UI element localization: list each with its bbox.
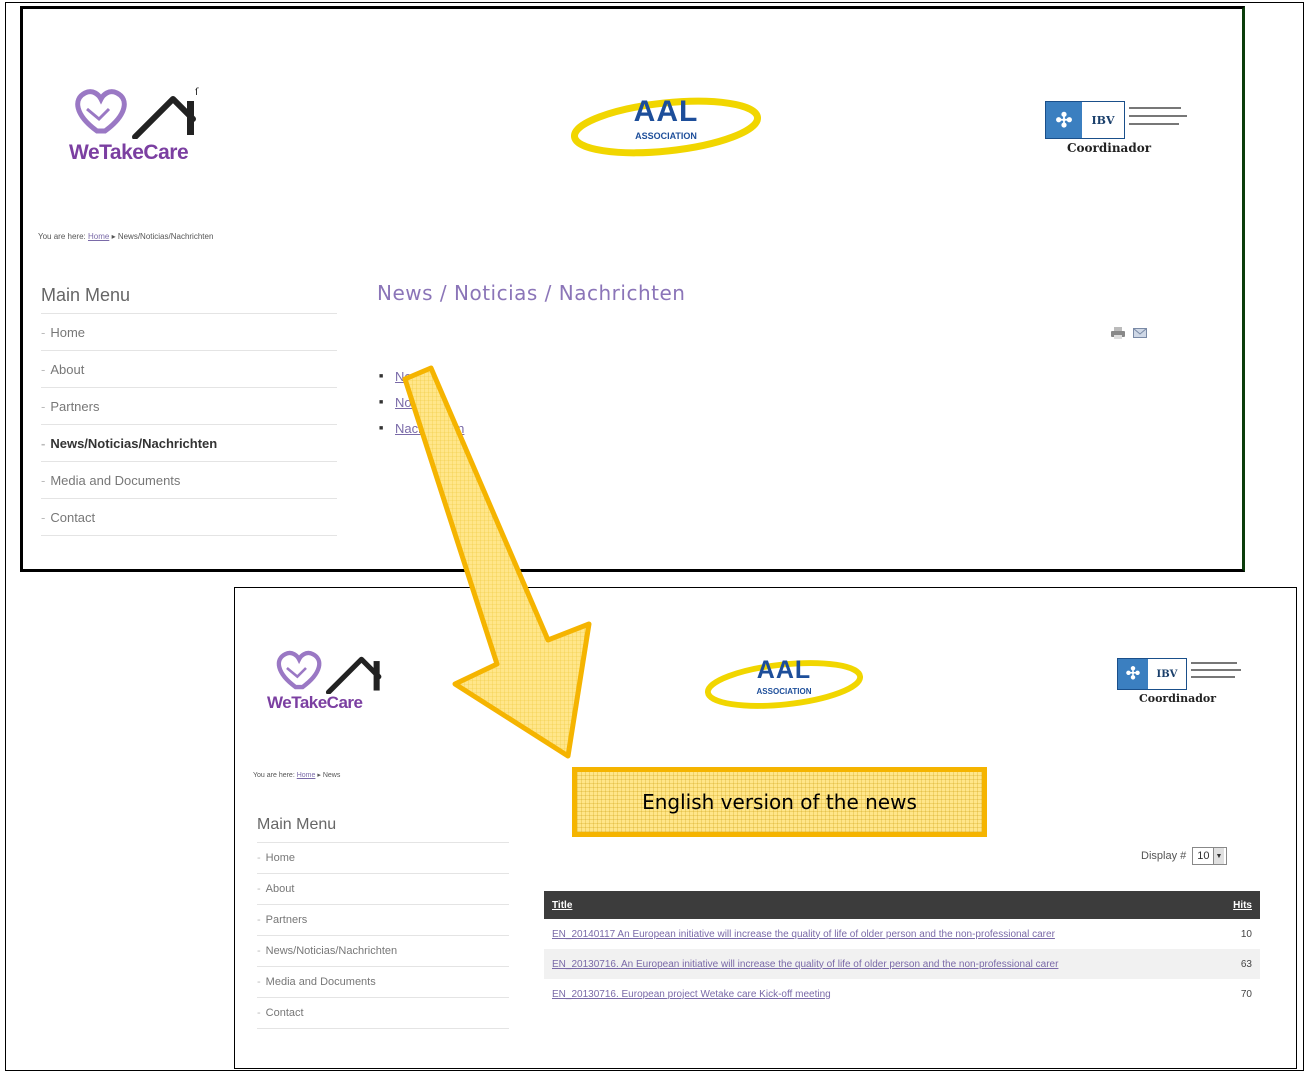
hits-count: 10 xyxy=(1240,928,1252,940)
hits-count: 70 xyxy=(1240,988,1252,1000)
chevron-down-icon: ▼ xyxy=(1212,848,1225,864)
wetakecare-logo[interactable]: WeTakeCare xyxy=(267,642,397,722)
page-title: News / Noticias / Nachrichten xyxy=(377,281,686,305)
menu-item-news[interactable]: - News/Noticias/Nachrichten xyxy=(257,936,509,967)
menu-item-contact[interactable]: - Contact xyxy=(41,499,337,536)
menu-item-media[interactable]: - Media and Documents xyxy=(41,462,337,499)
print-icon[interactable] xyxy=(1111,327,1125,339)
aal-subtitle: ASSOCIATION xyxy=(635,131,697,141)
breadcrumb: You are here: Home ▸ News/Noticias/Nachr… xyxy=(38,232,214,241)
aal-wordmark: AAL xyxy=(756,656,812,684)
news-title-link[interactable]: EN_20130716. An European initiative will… xyxy=(544,949,1216,979)
ibv-logo[interactable]: ✣ IBV Coordinador xyxy=(1045,101,1205,161)
menu-item-about[interactable]: - About xyxy=(257,874,509,905)
breadcrumb-home-link[interactable]: Home xyxy=(88,232,109,241)
column-header-title[interactable]: Title xyxy=(544,891,1216,919)
ibv-wordmark: IBV xyxy=(1082,102,1124,138)
ibv-caption: Coordinador xyxy=(1067,141,1152,155)
hits-count: 63 xyxy=(1215,949,1260,979)
table-row: EN_20140117 An European initiative will … xyxy=(544,919,1260,949)
main-menu: - Home - About - Partners - News/Noticias/Na… xyxy=(41,313,337,536)
handshake-heart-icon: ſ xyxy=(75,87,199,139)
menu-item-about[interactable]: - About xyxy=(41,351,337,388)
main-menu: - Home - About - Partners - News/Noticias/Na… xyxy=(257,842,509,1029)
ibv-wordmark: IBV xyxy=(1148,659,1186,689)
column-header-hits[interactable]: Hits xyxy=(1215,891,1260,919)
ibv-caption: Coordinador xyxy=(1139,692,1217,705)
email-icon[interactable] xyxy=(1133,327,1147,339)
breadcrumb: You are here: Home ▸ News xyxy=(253,772,341,779)
wetakecare-wordmark: WeTakeCare xyxy=(267,693,363,712)
article-tools xyxy=(1111,327,1147,339)
menu-item-contact[interactable]: - Contact xyxy=(257,998,509,1029)
table-row: EN_20130716. An European initiative will… xyxy=(544,949,1260,979)
news-title-link[interactable]: EN_20130716. European project Wetake car… xyxy=(544,979,1215,1009)
annotation-callout: English version of the news xyxy=(572,767,987,837)
top-screenshot: ſ WeTakeCare AAL ASSOCIATION ✣ IBV Coord… xyxy=(20,6,1245,572)
category-link-nachrichten[interactable]: Nachrichten xyxy=(379,416,464,442)
main-menu-title: Main Menu xyxy=(41,285,131,305)
aal-association-logo[interactable]: AAL ASSOCIATION xyxy=(570,89,762,159)
aal-subtitle: ASSOCIATION xyxy=(756,687,812,696)
ibv-institute-lines xyxy=(1191,662,1241,678)
ibv-logo[interactable]: ✣ IBV Coordinador xyxy=(1117,658,1267,712)
aal-wordmark: AAL xyxy=(633,95,699,128)
display-count-control: Display # 10 ▼ xyxy=(1141,847,1228,865)
wetakecare-wordmark: WeTakeCare xyxy=(69,141,189,164)
table-row: EN_20130716. European project Wetake car… xyxy=(544,979,1260,1009)
svg-text:ſ: ſ xyxy=(195,87,199,98)
breadcrumb-home-link[interactable]: Home xyxy=(297,772,316,779)
category-link-noticias[interactable]: Noticias xyxy=(379,390,464,416)
ibv-institute-lines xyxy=(1129,107,1187,125)
ibv-institute-text xyxy=(1129,105,1199,137)
aal-association-logo[interactable]: AAL ASSOCIATION xyxy=(704,652,864,712)
menu-item-partners[interactable]: - Partners xyxy=(41,388,337,425)
handshake-heart-icon xyxy=(276,650,382,694)
ibv-figure-icon: ✣ xyxy=(1118,659,1148,689)
display-count-label: Display # xyxy=(1141,850,1187,862)
menu-item-partners[interactable]: - Partners xyxy=(257,905,509,936)
news-title-link[interactable]: EN_20140117 An European initiative will … xyxy=(544,919,1215,949)
category-link-news[interactable]: News xyxy=(379,364,464,390)
main-menu-title: Main Menu xyxy=(257,816,337,833)
table-header-row: Title Hits xyxy=(544,891,1260,919)
ibv-figure-icon: ✣ xyxy=(1046,102,1082,138)
wetakecare-logo[interactable]: ſ WeTakeCare xyxy=(69,79,209,169)
display-count-select[interactable]: 10 ▼ xyxy=(1192,847,1228,865)
menu-item-media[interactable]: - Media and Documents xyxy=(257,967,509,998)
ibv-institute-text xyxy=(1191,660,1251,688)
menu-item-home[interactable]: - Home xyxy=(41,314,337,351)
menu-item-news[interactable]: - News/Noticias/Nachrichten xyxy=(41,425,337,462)
news-table: Title Hits EN_20140117 An European initi… xyxy=(544,891,1260,1009)
menu-item-home[interactable]: - Home xyxy=(257,843,509,874)
category-list: News Noticias Nachrichten xyxy=(379,364,464,442)
